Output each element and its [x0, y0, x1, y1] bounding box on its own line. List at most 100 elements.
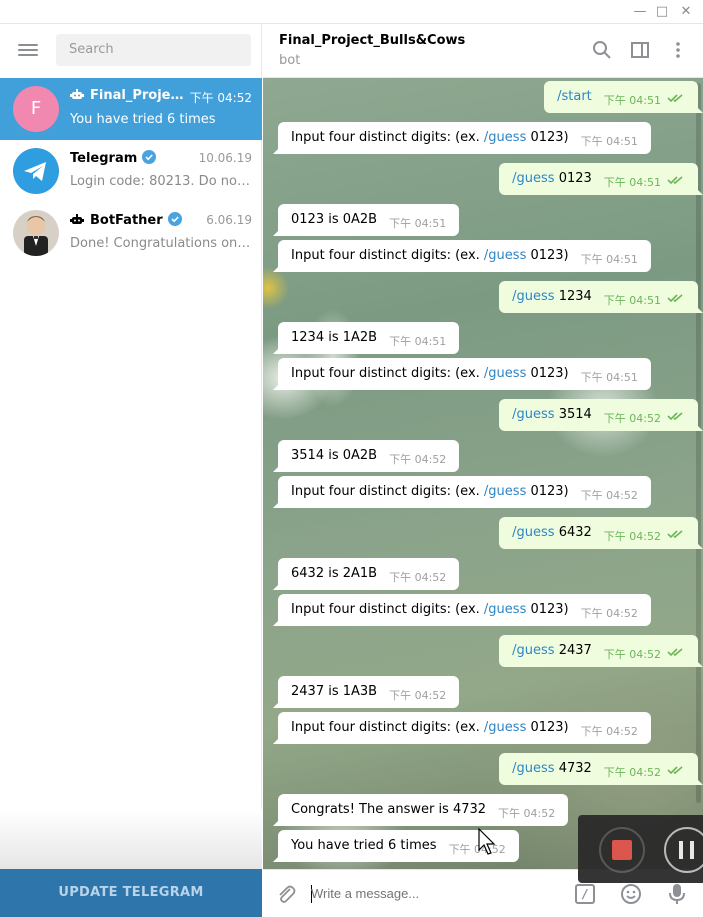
incoming-message[interactable]: 1234 is 1A2B 下午 04:51: [273, 322, 460, 354]
message-text: 6432 is 2A1B: [291, 566, 378, 581]
search-input[interactable]: Search: [56, 34, 251, 66]
message-text: 2437 is 1A3B: [291, 684, 378, 699]
outgoing-message[interactable]: /guess 6432 下午 04:52: [499, 517, 703, 549]
sidebar-toggle-icon[interactable]: [630, 40, 650, 60]
double-check-icon: [667, 166, 685, 185]
message-text: Input four distinct digits: (ex.: [291, 602, 484, 617]
bot-command-link[interactable]: /guess: [512, 171, 554, 186]
window-titlebar: — □ ✕: [0, 0, 703, 24]
chat-time: 6.06.19: [206, 213, 252, 227]
search-icon[interactable]: [592, 40, 612, 60]
message-text: Input four distinct digits: (ex.: [291, 248, 484, 263]
outgoing-message[interactable]: /guess 0123 下午 04:51: [499, 163, 703, 195]
message-text: 0123: [554, 171, 592, 186]
message-time: 下午 04:52: [580, 489, 638, 502]
incoming-message[interactable]: Input four distinct digits: (ex. /guess …: [273, 712, 651, 744]
message-text: 0123): [526, 484, 569, 499]
double-check-icon: [667, 284, 685, 303]
chat-list-panel: Search F Final_Project... 下午 04:52 You h…: [0, 24, 262, 917]
chat-name: Telegram: [70, 150, 157, 166]
incoming-message[interactable]: Input four distinct digits: (ex. /guess …: [273, 122, 651, 154]
chat-title[interactable]: Final_Project_Bulls&Cows: [279, 33, 465, 48]
bot-command-link[interactable]: /guess: [484, 602, 526, 617]
message-time: 下午 04:52: [580, 725, 638, 738]
message-text: Input four distinct digits: (ex.: [291, 366, 484, 381]
chat-item-telegram[interactable]: Telegram 10.06.19 Login code: 80213. Do …: [0, 140, 262, 202]
bot-command-link[interactable]: /guess: [512, 407, 554, 422]
bot-command-link[interactable]: /guess: [484, 248, 526, 263]
bot-command-link[interactable]: /guess: [484, 130, 526, 145]
incoming-message[interactable]: 3514 is 0A2B 下午 04:52: [273, 440, 460, 472]
sidebar-fade: [0, 809, 262, 869]
hamburger-menu-icon[interactable]: [18, 41, 38, 61]
bot-command-link[interactable]: /guess: [512, 643, 554, 658]
message-text: You have tried 6 times: [291, 838, 437, 853]
record-pause-button[interactable]: [664, 827, 703, 873]
update-telegram-button[interactable]: UPDATE TELEGRAM: [0, 869, 262, 917]
incoming-message[interactable]: Input four distinct digits: (ex. /guess …: [273, 240, 651, 272]
more-vertical-icon[interactable]: [668, 40, 688, 60]
chat-time: 下午 04:52: [189, 91, 252, 105]
chat-item-final-project[interactable]: F Final_Project... 下午 04:52 You have tri…: [0, 78, 262, 140]
message-text: 4732: [554, 761, 592, 776]
incoming-message[interactable]: 2437 is 1A3B 下午 04:52: [273, 676, 460, 708]
pause-icon: [679, 841, 683, 859]
incoming-message[interactable]: Congrats! The answer is 4732 下午 04:52: [273, 794, 569, 826]
message-text: Input four distinct digits: (ex.: [291, 484, 484, 499]
outgoing-message[interactable]: /guess 3514 下午 04:52: [499, 399, 703, 431]
bot-commands-icon[interactable]: /: [575, 884, 595, 904]
microphone-icon[interactable]: [666, 882, 688, 906]
bot-icon: [70, 214, 84, 224]
record-stop-button[interactable]: [599, 827, 645, 873]
bot-command-link[interactable]: /guess: [484, 720, 526, 735]
outgoing-message[interactable]: /guess 4732 下午 04:52: [499, 753, 703, 785]
bot-command-link[interactable]: /guess: [484, 484, 526, 499]
incoming-message[interactable]: 0123 is 0A2B 下午 04:51: [273, 204, 460, 236]
chat-subtitle: bot: [279, 53, 301, 68]
chat-item-botfather[interactable]: BotFather 6.06.19 Done! Congratulations …: [0, 202, 262, 264]
message-time: 下午 04:51: [580, 371, 638, 384]
message-time: 下午 04:52: [389, 571, 447, 584]
message-time: 下午 04:52: [580, 607, 638, 620]
bot-command-link[interactable]: /start: [557, 89, 592, 104]
bot-command-link[interactable]: /guess: [484, 366, 526, 381]
close-button[interactable]: ✕: [677, 3, 695, 21]
screen-recorder-widget: [578, 815, 703, 883]
outgoing-message[interactable]: /start 下午 04:51: [544, 81, 703, 113]
incoming-message[interactable]: Input four distinct digits: (ex. /guess …: [273, 476, 651, 508]
message-time: 下午 04:51: [389, 335, 447, 348]
double-check-icon: [667, 402, 685, 421]
message-time: 下午 04:51: [389, 217, 447, 230]
incoming-message[interactable]: Input four distinct digits: (ex. /guess …: [273, 358, 651, 390]
outgoing-message[interactable]: /guess 1234 下午 04:51: [499, 281, 703, 313]
message-time: 下午 04:52: [603, 412, 661, 425]
message-time: 下午 04:51: [580, 253, 638, 266]
chat-name: Final_Project...: [70, 88, 190, 103]
verified-badge-icon: [142, 150, 157, 164]
message-time: 下午 04:52: [603, 648, 661, 661]
botfather-avatar-icon: [13, 210, 59, 256]
emoji-icon[interactable]: [620, 883, 642, 905]
outgoing-message[interactable]: /guess 2437 下午 04:52: [499, 635, 703, 667]
maximize-button[interactable]: □: [653, 3, 671, 21]
avatar: F: [13, 86, 59, 132]
message-text: 0123): [526, 248, 569, 263]
bot-command-link[interactable]: /guess: [512, 761, 554, 776]
stop-icon: [612, 840, 632, 860]
message-text: 0123 is 0A2B: [291, 212, 378, 227]
sidebar-top-bar: Search: [0, 24, 261, 78]
chat-preview: You have tried 6 times: [70, 112, 216, 127]
bot-command-link[interactable]: /guess: [512, 289, 554, 304]
incoming-message[interactable]: Input four distinct digits: (ex. /guess …: [273, 594, 651, 626]
chat-time: 10.06.19: [198, 151, 252, 165]
paperclip-icon[interactable]: [275, 883, 297, 905]
message-text: 0123): [526, 602, 569, 617]
message-text: 2437: [554, 643, 592, 658]
minimize-button[interactable]: —: [631, 3, 649, 21]
bot-command-link[interactable]: /guess: [512, 525, 554, 540]
incoming-message[interactable]: 6432 is 2A1B 下午 04:52: [273, 558, 460, 590]
message-input[interactable]: [311, 882, 561, 906]
message-text: Congrats! The answer is 4732: [291, 802, 487, 817]
chat-name: BotFather: [70, 212, 182, 228]
verified-badge-icon: [167, 212, 182, 226]
